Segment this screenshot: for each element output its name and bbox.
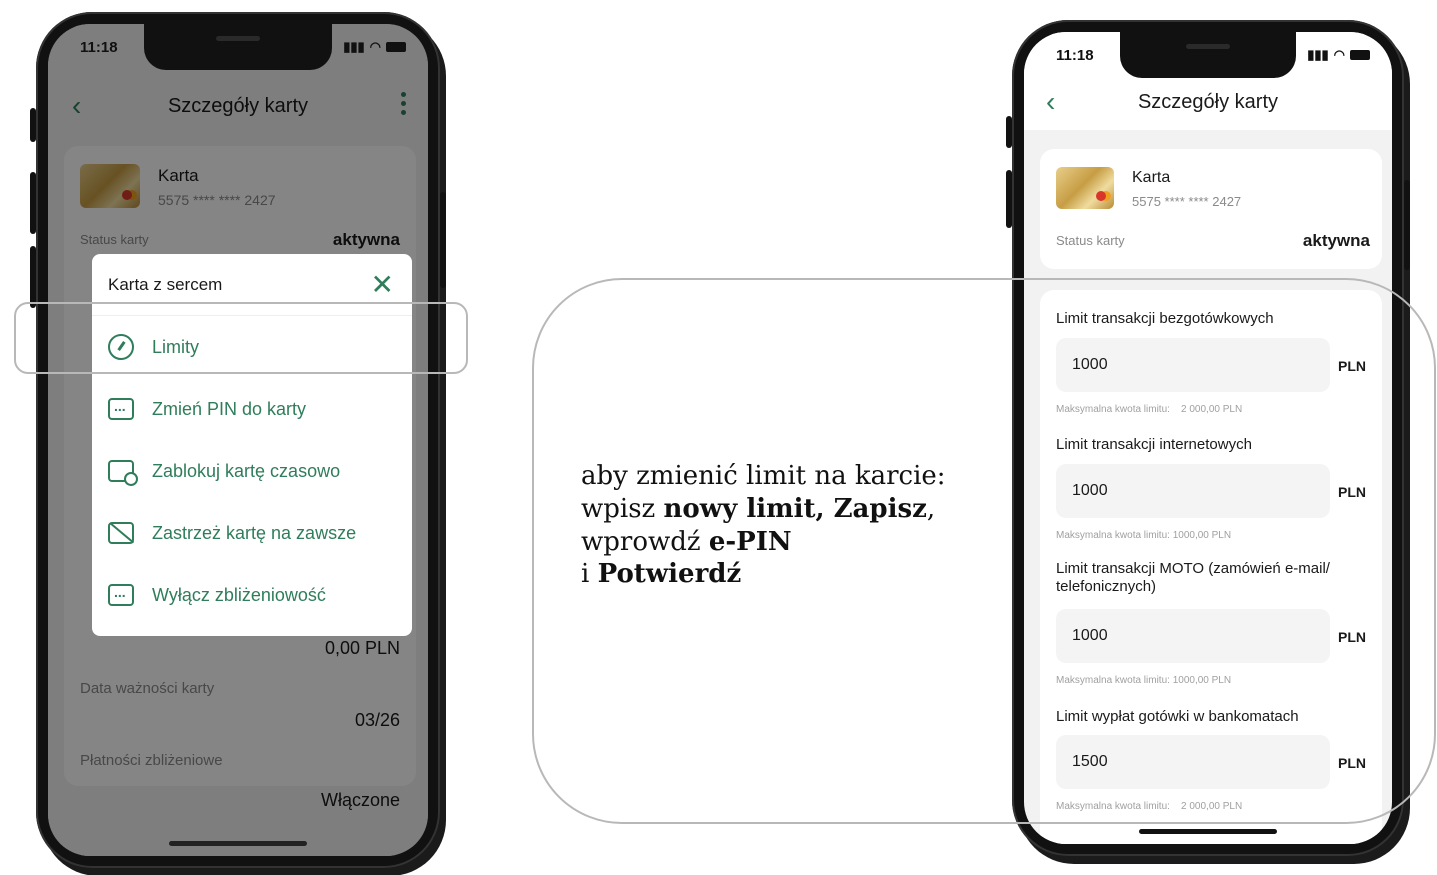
contactless-icon — [108, 584, 134, 606]
phone-side-button — [1006, 170, 1012, 228]
left-phone: 11:18 ▮▮▮ ◠ ‹ Szczegóły karty Karta 5575 … — [30, 12, 446, 868]
menu-item-label: Zablokuj kartę czasowo — [152, 460, 341, 481]
sheet-title: Karta z sercem — [108, 274, 223, 294]
phone-side-button — [1006, 116, 1012, 148]
menu-item-disable-contactless[interactable]: Wyłącz zbliżeniowość — [92, 564, 412, 626]
pin-icon — [108, 398, 134, 420]
menu-item-label: Zastrzeż kartę na zawsze — [152, 522, 357, 543]
menu-item-block-temporarily[interactable]: Zablokuj kartę czasowo — [92, 440, 412, 502]
wifi-icon: ◠ — [369, 39, 381, 54]
signal-icon: ▮▮▮ — [1307, 47, 1329, 62]
cancel-card-icon — [108, 522, 134, 544]
notch — [144, 24, 332, 70]
instruction-text: aby zmienić limit na karcie: wpisz nowy … — [581, 460, 946, 591]
page-title: Szczegóły karty — [1137, 90, 1279, 113]
notch — [1120, 32, 1296, 78]
battery-icon — [1350, 50, 1370, 60]
home-indicator — [169, 841, 307, 846]
card-number: 5575 **** **** 2427 — [1132, 194, 1242, 209]
status-label: Status karty — [1056, 233, 1125, 248]
status-time: 11:18 — [80, 38, 118, 56]
signal-icon: ▮▮▮ — [343, 39, 365, 54]
instruction-line: aby zmienić limit na karcie: — [581, 461, 946, 491]
back-icon[interactable]: ‹ — [1046, 88, 1055, 116]
phone-side-button — [440, 192, 446, 288]
phone-side-button — [1404, 180, 1410, 270]
highlight-frame-limits — [14, 302, 468, 374]
phone-side-button — [30, 172, 36, 234]
app-header: ‹ Szczegóły karty — [1024, 80, 1392, 124]
menu-item-label: Zmień PIN do karty — [152, 398, 307, 419]
tutorial-stage: 11:18 ▮▮▮ ◠ ‹ Szczegóły karty Karta 5575 … — [0, 0, 1437, 875]
left-screen: 11:18 ▮▮▮ ◠ ‹ Szczegóły karty Karta 5575 … — [48, 24, 428, 856]
status-value: aktywna — [1302, 231, 1370, 250]
menu-item-change-pin[interactable]: Zmień PIN do karty — [92, 378, 412, 440]
menu-item-cancel-card[interactable]: Zastrzeż kartę na zawsze — [92, 502, 412, 564]
wifi-icon: ◠ — [1333, 47, 1345, 62]
card-summary: Karta 5575 **** **** 2427 Status karty a… — [1040, 149, 1382, 269]
phone-side-button — [30, 246, 36, 308]
status-time: 11:18 — [1056, 46, 1094, 64]
status-icons: ▮▮▮ ◠ — [1307, 47, 1370, 63]
card-image — [1056, 167, 1114, 209]
instruction-line: wprowdź e-PIN — [581, 526, 792, 557]
phone-side-button — [30, 108, 36, 142]
block-icon — [108, 460, 138, 486]
instruction-line: wpisz nowy limit, Zapisz, — [581, 493, 936, 524]
close-icon[interactable]: ✕ — [371, 270, 394, 299]
card-name: Karta — [1132, 169, 1171, 186]
status-icons: ▮▮▮ ◠ — [343, 39, 406, 55]
battery-icon — [386, 42, 406, 52]
menu-item-label: Wyłącz zbliżeniowość — [152, 584, 326, 605]
home-indicator — [1139, 829, 1277, 834]
instruction-line: i Potwierdź — [581, 559, 742, 590]
